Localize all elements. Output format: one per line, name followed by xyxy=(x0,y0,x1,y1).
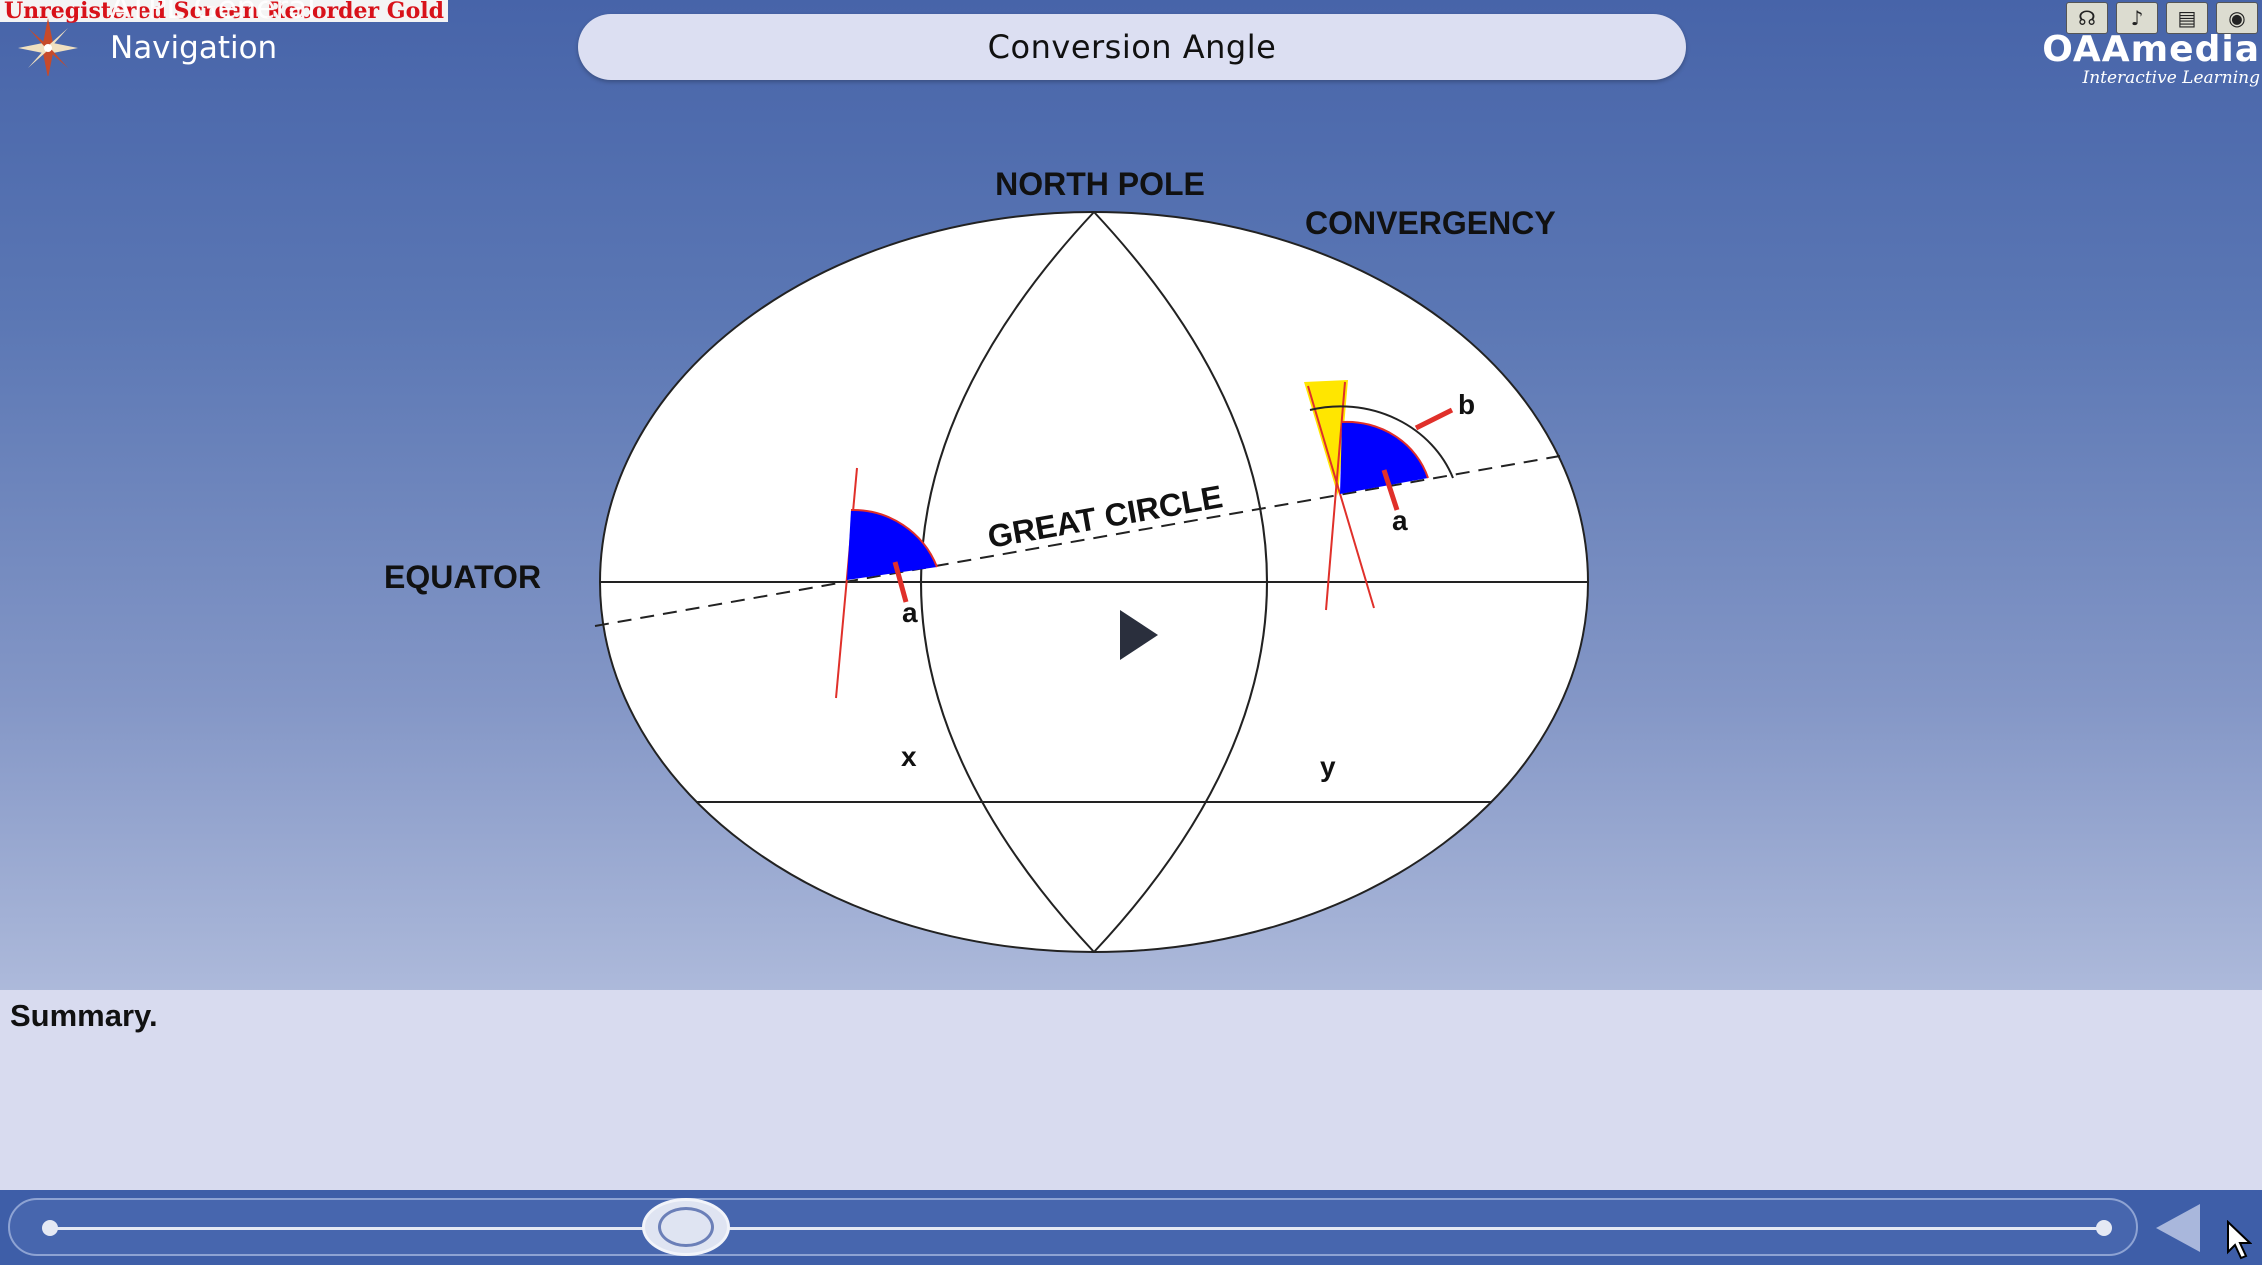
angle-a-left-label: a xyxy=(902,597,918,628)
chevron-left-icon xyxy=(2156,1204,2200,1252)
equator-label: EQUATOR xyxy=(384,559,541,595)
progress-line xyxy=(50,1227,2110,1230)
progress-track[interactable] xyxy=(8,1198,2138,1256)
mouse-cursor-icon xyxy=(2227,1220,2252,1260)
play-button[interactable] xyxy=(1090,582,1174,686)
progress-end-dot xyxy=(2096,1220,2112,1236)
previous-button[interactable] xyxy=(2150,1200,2210,1256)
summary-label: Summary. xyxy=(10,998,158,1033)
point-y-label: y xyxy=(1320,751,1336,782)
player-controls xyxy=(0,1190,2262,1265)
angle-a-right-label: a xyxy=(1392,505,1408,536)
summary-panel: Summary. xyxy=(0,990,2262,1190)
app-window: Unregistered Screen Recorder Gold ATPL G… xyxy=(0,0,2262,1265)
angle-b-label: b xyxy=(1458,389,1475,420)
convergency-diagram: NORTH POLE CONVERGENCY EQUATOR GREAT CIR… xyxy=(384,166,1589,953)
knob-ring-icon xyxy=(658,1207,714,1247)
progress-start-dot xyxy=(42,1220,58,1236)
point-x-label: x xyxy=(901,741,917,772)
convergency-label: CONVERGENCY xyxy=(1305,205,1556,241)
north-pole-label: NORTH POLE xyxy=(995,166,1205,202)
progress-knob[interactable] xyxy=(642,1198,730,1256)
